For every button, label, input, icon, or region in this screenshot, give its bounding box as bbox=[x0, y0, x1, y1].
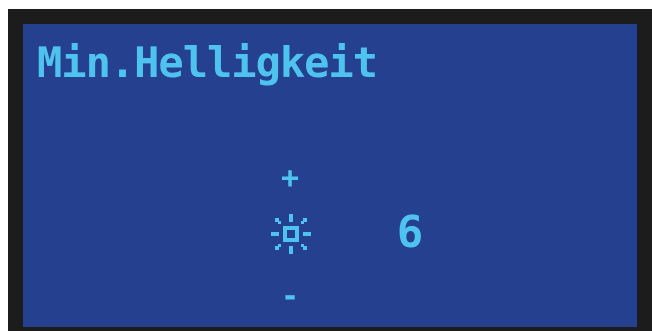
brightness-value: 6 bbox=[396, 207, 424, 258]
decrease-button[interactable]: - bbox=[276, 280, 304, 314]
sun-brightness-icon bbox=[267, 210, 315, 258]
menu-title: Min.Helligkeit bbox=[37, 38, 378, 87]
display-frame: Min.Helligkeit + 6 - bbox=[0, 0, 652, 331]
lcd-screen: Min.Helligkeit + 6 - bbox=[23, 24, 637, 327]
increase-button[interactable]: + bbox=[276, 164, 304, 194]
